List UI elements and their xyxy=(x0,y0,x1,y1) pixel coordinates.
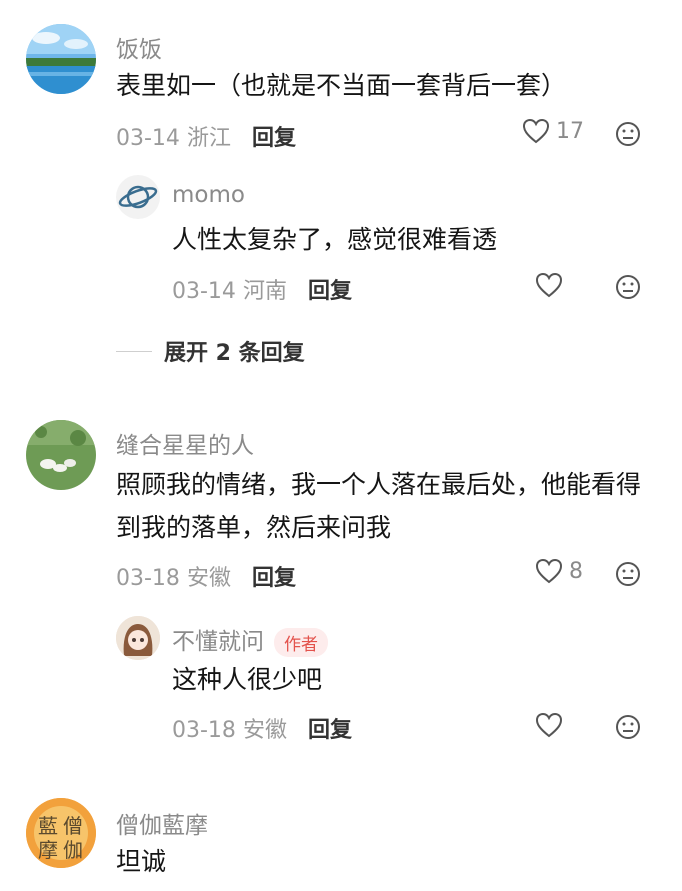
reply-text: 这种人很少吧 xyxy=(172,665,323,694)
emoji-reaction-button[interactable] xyxy=(615,274,641,304)
comment-item: 饭饭 表里如一（也就是不当面一套背后一套） 03-14 浙江 回复 17 mom… xyxy=(0,0,682,400)
heart-icon xyxy=(535,272,563,298)
expand-replies-label: 展开 2 条回复 xyxy=(164,341,305,366)
emoji-reaction-icon xyxy=(616,562,640,586)
like-button[interactable] xyxy=(535,712,563,738)
heart-icon xyxy=(535,712,563,738)
reply-button[interactable]: 回复 xyxy=(252,126,296,151)
comment-text: 照顾我的情绪，我一个人落在最后处，他能看得到我的落单，然后来问我 xyxy=(116,470,642,542)
comment-location: 安徽 xyxy=(186,566,231,591)
avatar[interactable] xyxy=(26,24,96,94)
comment-item: 藍 僧 摩 伽 僧伽藍摩 坦诚 xyxy=(0,790,682,891)
avatar[interactable] xyxy=(26,420,96,490)
reply-date: 03-14 xyxy=(172,279,236,304)
comment-text: 坦诚 xyxy=(116,847,167,876)
heart-icon xyxy=(522,118,550,144)
comment-username[interactable]: 缝合星星的人 xyxy=(116,426,254,460)
emoji-reaction-icon xyxy=(616,715,640,739)
comment-item: 缝合星星的人 照顾我的情绪，我一个人落在最后处，他能看得到我的落单，然后来问我 … xyxy=(0,400,682,760)
like-button[interactable]: 17 xyxy=(522,118,584,144)
reply-avatar[interactable] xyxy=(116,616,160,660)
emoji-reaction-icon xyxy=(616,122,640,146)
comment-meta: 03-14 浙江 回复 xyxy=(116,120,296,152)
comment-date: 03-14 xyxy=(116,126,180,151)
avatar-seal-char: 伽 xyxy=(63,838,83,862)
like-count: 17 xyxy=(556,118,584,144)
comment-text: 表里如一（也就是不当面一套背后一套） xyxy=(116,71,567,100)
avatar[interactable]: 藍 僧 摩 伽 xyxy=(26,798,96,868)
reply-button[interactable]: 回复 xyxy=(308,279,352,304)
reply-button[interactable]: 回复 xyxy=(252,566,296,591)
like-button[interactable] xyxy=(535,272,563,298)
planet-icon xyxy=(118,185,158,209)
reply-location: 河南 xyxy=(242,279,287,304)
reply-username[interactable]: 不懂就问 xyxy=(172,629,264,655)
emoji-reaction-button[interactable] xyxy=(615,714,641,744)
comment-username[interactable]: 饭饭 xyxy=(116,30,162,64)
comment-meta: 03-18 安徽 回复 xyxy=(116,560,296,592)
reply-button[interactable]: 回复 xyxy=(308,718,352,743)
comment-location: 浙江 xyxy=(186,126,231,151)
like-button[interactable]: 8 xyxy=(535,558,583,584)
heart-icon xyxy=(535,558,563,584)
reply-meta: 03-14 河南 回复 xyxy=(172,273,352,305)
expand-replies-button[interactable]: 展开 2 条回复 xyxy=(116,335,305,367)
author-badge: 作者 xyxy=(274,628,328,657)
emoji-reaction-button[interactable] xyxy=(615,561,641,591)
reply-text: 人性太复杂了，感觉很难看透 xyxy=(172,225,498,254)
divider xyxy=(116,350,152,352)
comment-date: 03-18 xyxy=(116,566,180,591)
reply-date: 03-18 xyxy=(172,718,236,743)
reply-meta: 03-18 安徽 回复 xyxy=(172,712,352,744)
like-count: 8 xyxy=(569,558,583,584)
reply-avatar[interactable] xyxy=(116,175,160,219)
reply-username[interactable]: momo xyxy=(172,182,245,208)
comment-username[interactable]: 僧伽藍摩 xyxy=(116,806,208,840)
emoji-reaction-icon xyxy=(616,275,640,299)
avatar-seal-char: 摩 xyxy=(38,838,58,862)
reply-username-row: 不懂就问 作者 xyxy=(172,622,328,657)
reply-location: 安徽 xyxy=(242,718,287,743)
emoji-reaction-button[interactable] xyxy=(615,121,641,151)
